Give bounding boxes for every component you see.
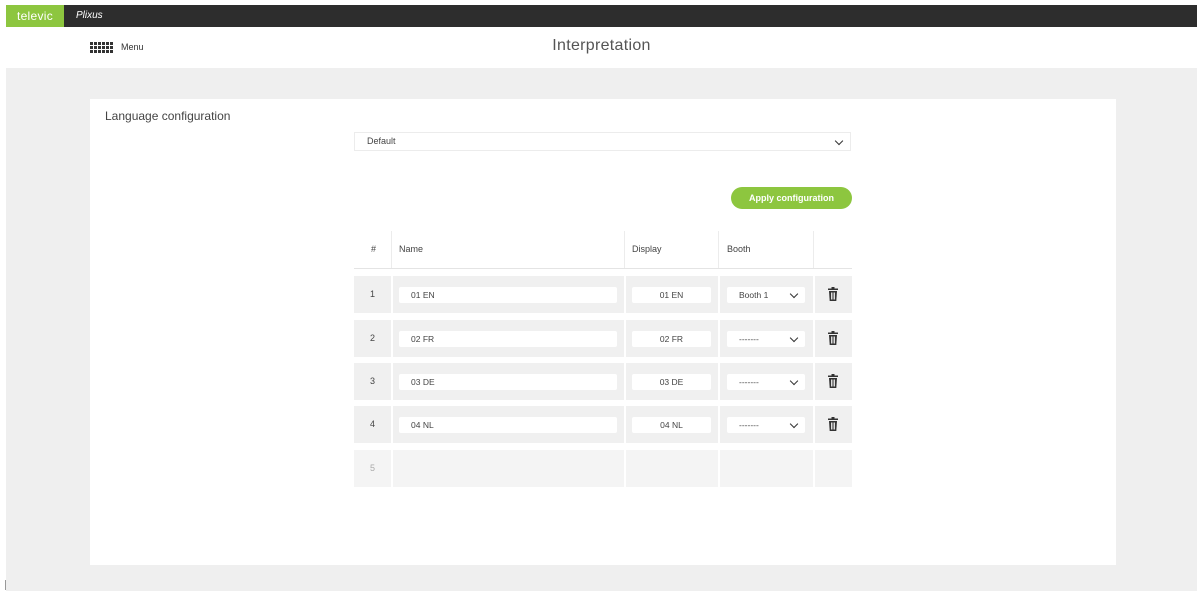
chevron-down-icon [789,419,799,429]
column-divider [391,231,392,268]
top-bar: televic Plixus [6,5,1197,27]
column-header-display: Display [632,244,662,254]
column-header-name: Name [399,244,424,254]
booth-select-value: ------- [739,420,759,430]
row-number: 1 [369,289,375,299]
display-name-input[interactable]: 01 EN [632,287,711,303]
section-title: Language configuration [105,109,231,123]
trash-icon[interactable] [828,374,838,388]
language-name-input[interactable]: 01 EN [399,287,617,303]
language-name-input[interactable]: 04 NL [399,417,617,433]
table-row: 2 02 FR 02 FR ------- [354,320,852,357]
trash-icon[interactable] [828,331,838,345]
column-divider [624,231,625,268]
column-divider [813,231,814,268]
booth-select[interactable]: ------- [727,331,805,347]
page-header: Menu Interpretation [6,27,1197,68]
display-name-input[interactable]: 02 FR [632,331,711,347]
language-name-input[interactable]: 02 FR [399,331,617,347]
televic-logo: televic [6,5,64,27]
row-number: 4 [369,419,375,429]
booth-select-value: ------- [739,377,759,387]
trash-icon[interactable] [828,287,838,301]
booth-select[interactable]: Booth 1 [727,287,805,303]
column-header-number: # [371,244,377,254]
row-number: 3 [369,376,375,386]
table-row: 4 04 NL 04 NL ------- [354,406,852,443]
display-name-input[interactable]: 04 NL [632,417,711,433]
page-title: Interpretation [552,37,651,54]
column-divider [718,231,719,268]
chevron-down-icon [789,289,799,299]
row-number: 5 [369,463,375,473]
language-name-input[interactable]: 03 DE [399,374,617,390]
table-row-empty[interactable]: 5 [354,450,852,487]
row-number: 2 [369,333,375,343]
table-header: # Name Display Booth [354,231,852,269]
apply-configuration-button[interactable]: Apply configuration [731,187,852,209]
booth-select[interactable]: ------- [727,374,805,390]
column-header-booth: Booth [727,244,751,254]
table-row: 3 03 DE 03 DE ------- [354,363,852,400]
table-row: 1 01 EN 01 EN Booth 1 [354,276,852,313]
chevron-down-icon [834,136,844,146]
language-config-card: Language configuration Default Apply con… [90,99,1116,565]
chevron-down-icon [789,333,799,343]
trash-icon[interactable] [828,417,838,431]
app-name: Plixus [76,10,103,21]
booth-select-value: Booth 1 [739,290,769,300]
booth-select[interactable]: ------- [727,417,805,433]
preset-select-value: Default [367,136,396,146]
divider [5,580,6,590]
display-name-input[interactable]: 03 DE [632,374,711,390]
preset-select[interactable]: Default [354,132,851,151]
booth-select-value: ------- [739,334,759,344]
chevron-down-icon [789,376,799,386]
